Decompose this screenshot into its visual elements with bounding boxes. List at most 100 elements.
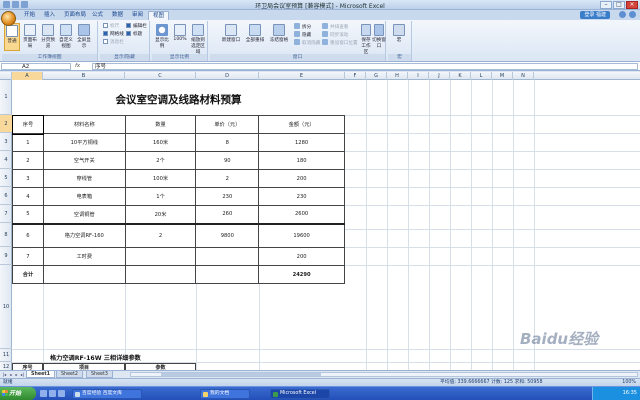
cell[interactable]: 4 — [12, 187, 44, 206]
sheet-tab-2[interactable]: Sheet2 — [56, 371, 83, 378]
cell[interactable]: 160米 — [124, 133, 197, 152]
hide-button[interactable]: 隐藏 — [294, 31, 311, 39]
cell[interactable]: 穿线管 — [42, 169, 126, 188]
cell[interactable]: 180 — [258, 151, 345, 170]
column-header-k[interactable]: K — [450, 72, 471, 80]
browser-icon[interactable] — [40, 390, 47, 397]
cell[interactable]: 19600 — [258, 222, 345, 248]
custom-views-button[interactable]: 自定义视图 — [58, 23, 74, 51]
row-header-3[interactable]: 3 — [0, 133, 12, 151]
headings-checkbox[interactable]: 标题 — [126, 31, 142, 39]
cell[interactable]: 20米 — [124, 205, 197, 224]
fx-icon[interactable]: fx — [75, 63, 89, 70]
cell[interactable]: 3 — [12, 169, 44, 188]
row-header-11[interactable]: 11 — [0, 349, 12, 362]
sheet-tab-1[interactable]: Sheet1 — [26, 371, 56, 378]
cell[interactable]: 10平方铜线 — [42, 133, 126, 152]
row-header-8[interactable]: 8 — [0, 223, 12, 247]
cell[interactable]: 200 — [258, 169, 345, 188]
header-cell[interactable]: 金额（元） — [258, 115, 345, 134]
fullscreen-button[interactable]: 全屏显示 — [76, 23, 92, 51]
spec-subtitle[interactable]: 格力空调RF-16W 三相详细参数 — [50, 353, 141, 362]
taskbar-item-excel[interactable]: Microsoft Excel — [270, 389, 330, 399]
cell[interactable]: 5 — [12, 205, 44, 224]
taskbar-item[interactable]: 百度经验 百度文库 — [72, 389, 142, 399]
cell[interactable]: 1 — [12, 133, 44, 152]
row-header-1[interactable]: 1 — [0, 80, 12, 115]
cell[interactable]: 260 — [195, 205, 260, 224]
zoom-selection-button[interactable]: 缩放到选定区域 — [190, 23, 206, 55]
last-sheet-icon[interactable]: ▸| — [20, 372, 25, 377]
cell[interactable] — [124, 265, 197, 284]
row-header-4[interactable]: 4 — [0, 151, 12, 169]
cell[interactable]: 1个 — [124, 187, 197, 206]
gridlines-checkbox[interactable]: 网格线 — [103, 31, 124, 39]
cell[interactable]: 2个 — [124, 151, 197, 170]
start-button[interactable]: 开始 — [0, 387, 36, 400]
cell[interactable]: 200 — [258, 247, 345, 266]
row-header-9[interactable]: 9 — [0, 247, 12, 265]
spec-header-cell[interactable]: 项目 — [43, 363, 125, 370]
zoom-button[interactable]: 显示比例 — [154, 23, 170, 51]
close-button[interactable]: × — [626, 1, 638, 9]
formula-bar-checkbox[interactable]: 编辑栏 — [126, 23, 147, 31]
tab-formulas[interactable]: 公式 — [88, 11, 107, 20]
cell[interactable]: 2600 — [258, 205, 345, 224]
cell[interactable]: 2 — [124, 222, 197, 248]
maximize-button[interactable]: □ — [613, 1, 625, 9]
worksheet[interactable]: A B C D E F G H I J K L M N 1 2 3 4 5 6 … — [0, 72, 640, 370]
sync-scroll-button[interactable]: 同步滚动 — [322, 31, 348, 39]
spec-header-cell[interactable]: 序号 — [12, 363, 43, 370]
row-header-2[interactable]: 2 — [0, 115, 12, 133]
header-cell[interactable]: 序号 — [11, 114, 45, 135]
column-header-g[interactable]: G — [366, 72, 387, 80]
cell[interactable]: 格力空调RF-160 — [42, 222, 126, 248]
cell[interactable]: 90 — [195, 151, 260, 170]
column-header-h[interactable]: H — [387, 72, 408, 80]
cell[interactable] — [195, 247, 260, 266]
tab-insert[interactable]: 插入 — [40, 11, 59, 20]
column-header-e[interactable]: E — [259, 72, 345, 80]
cell[interactable]: 7 — [12, 247, 44, 266]
message-bar-checkbox[interactable]: 消息栏 — [103, 39, 124, 47]
cell[interactable] — [124, 247, 197, 266]
page-layout-view-button[interactable]: 页面布局 — [22, 23, 38, 51]
page-break-preview-button[interactable]: 分页预览 — [40, 23, 56, 51]
cell[interactable]: 100米 — [124, 169, 197, 188]
login-button[interactable]: 登录 福建 — [580, 11, 610, 19]
tab-review[interactable]: 审阅 — [128, 11, 147, 20]
cell[interactable]: 1280 — [258, 133, 345, 152]
unhide-button[interactable]: 取消隐藏 — [294, 39, 320, 47]
save-workspace-button[interactable]: 保存工作区 — [360, 23, 372, 55]
row-header-7[interactable]: 7 — [0, 205, 12, 223]
scrollbar-thumb[interactable] — [161, 373, 321, 376]
row-header-5[interactable]: 5 — [0, 169, 12, 187]
cell[interactable]: 空调铜管 — [42, 205, 126, 224]
cell[interactable]: 工时费 — [42, 247, 126, 266]
horizontal-scrollbar[interactable] — [130, 372, 638, 377]
tab-home[interactable]: 开始 — [20, 11, 39, 20]
column-header-l[interactable]: L — [471, 72, 492, 80]
zoom-level[interactable]: 100% — [622, 379, 636, 386]
cell[interactable]: 9800 — [195, 222, 260, 248]
normal-view-button[interactable]: 普通 — [4, 23, 20, 51]
sheet-tab-3[interactable]: Sheet3 — [86, 371, 113, 378]
total-label-cell[interactable]: 合计 — [12, 265, 44, 284]
ribbon-restore-icon[interactable] — [629, 11, 636, 18]
select-all-corner[interactable] — [0, 72, 12, 80]
office-button[interactable] — [1, 11, 16, 26]
column-header-f[interactable]: F — [345, 72, 366, 80]
clock[interactable]: 16:35 — [623, 390, 637, 396]
column-header-d[interactable]: D — [196, 72, 259, 80]
header-cell[interactable]: 数量 — [124, 115, 197, 134]
cell[interactable]: 8 — [195, 133, 260, 152]
column-header-b[interactable]: B — [43, 72, 125, 80]
tab-view[interactable]: 视图 — [148, 11, 170, 20]
column-header-i[interactable]: I — [408, 72, 429, 80]
first-sheet-icon[interactable]: |◂ — [2, 372, 7, 377]
sheet-title[interactable]: 会议室空调及线路材料预算 — [12, 80, 345, 115]
media-icon[interactable] — [58, 390, 65, 397]
column-header-j[interactable]: J — [429, 72, 450, 80]
zoom-100-button[interactable]: 100% — [172, 23, 188, 51]
cell[interactable]: 空气开关 — [42, 151, 126, 170]
